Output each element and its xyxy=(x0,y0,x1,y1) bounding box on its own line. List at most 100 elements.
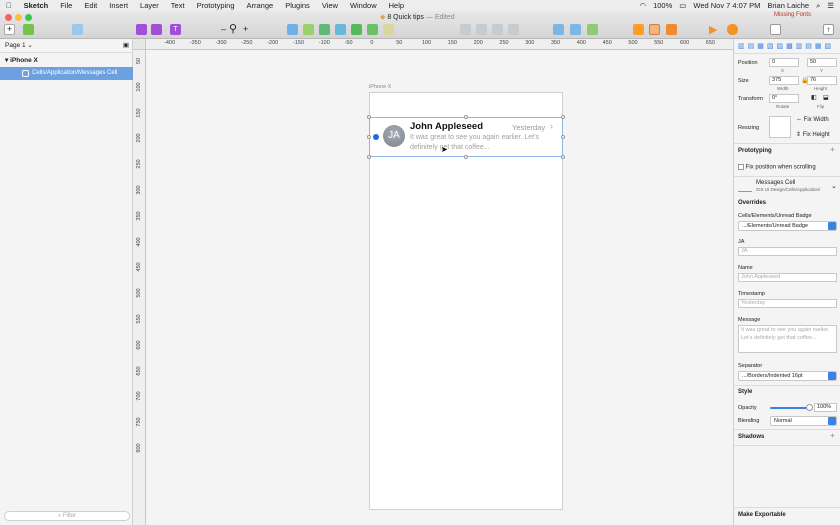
artboard-label[interactable]: iPhone X xyxy=(369,84,391,90)
add-shadow-icon[interactable]: + xyxy=(830,431,835,440)
menu-app[interactable]: Sketch xyxy=(18,0,55,11)
timestamp-override-input[interactable]: Yesterday xyxy=(738,299,837,308)
mask-icon[interactable] xyxy=(383,24,394,35)
avatar: JA xyxy=(383,125,405,147)
minimize-window-button[interactable] xyxy=(15,14,22,21)
zoom-out-button[interactable]: – xyxy=(221,24,226,34)
view-mode-icon[interactable] xyxy=(770,24,781,35)
flip-vertical-icon[interactable]: ⬓ xyxy=(823,94,829,101)
chevron-down-icon[interactable]: ⌄ xyxy=(831,182,837,190)
menu-view[interactable]: View xyxy=(316,0,344,11)
vertical-ruler[interactable]: 50 100 150 200 250 300 350 400 450 500 550 600 650 70… xyxy=(133,50,146,525)
group-icon[interactable] xyxy=(287,24,298,35)
menu-layer[interactable]: Layer xyxy=(134,0,165,11)
menu-help[interactable]: Help xyxy=(383,0,410,11)
resize-handle[interactable] xyxy=(367,155,371,159)
add-prototyping-icon[interactable]: + xyxy=(830,145,835,154)
message-override-input[interactable]: It was great to see you again earlier. L… xyxy=(738,325,837,353)
backward-icon[interactable] xyxy=(570,24,581,35)
symbol-name[interactable]: Messages Cell xyxy=(756,180,795,186)
flatten-icon[interactable] xyxy=(460,24,471,35)
layer-artboard[interactable]: ▾ iPhone X xyxy=(0,54,133,67)
preview-play-icon[interactable]: ▶ xyxy=(709,23,717,36)
text-style-icon[interactable]: T xyxy=(170,24,181,35)
resize-handle[interactable] xyxy=(367,115,371,119)
symbol-icon[interactable] xyxy=(72,24,83,35)
resize-handle[interactable] xyxy=(367,135,371,139)
blending-select[interactable]: Normal xyxy=(770,416,837,426)
opacity-input[interactable]: 100% xyxy=(814,403,837,412)
subtract-icon[interactable] xyxy=(492,24,503,35)
fix-width-toggle[interactable]: ⇔ Fix Width xyxy=(796,117,829,123)
layer-symbol-selected[interactable]: Cells/Application/Messages Cell xyxy=(0,67,133,80)
rotate-icon[interactable] xyxy=(367,24,378,35)
union-icon[interactable] xyxy=(476,24,487,35)
apple-menu-icon[interactable]:  xyxy=(0,0,18,11)
ruler-tick-label: 800 xyxy=(136,443,142,453)
export-share-icon[interactable]: ↑ xyxy=(823,24,834,35)
menu-user[interactable]: Brian Laiche xyxy=(767,1,809,10)
battery-icon[interactable]: ▭ xyxy=(679,1,686,10)
opacity-slider-track[interactable] xyxy=(770,407,810,409)
component-icon[interactable] xyxy=(136,24,147,35)
forward-icon[interactable] xyxy=(553,24,564,35)
position-x-input[interactable]: 0 xyxy=(769,58,799,67)
zoom-window-button[interactable] xyxy=(25,14,32,21)
menu-text[interactable]: Text xyxy=(165,0,191,11)
fix-position-checkbox[interactable]: Fix position when scrolling xyxy=(738,164,816,171)
menu-arrange[interactable]: Arrange xyxy=(241,0,280,11)
resize-handle[interactable] xyxy=(561,115,565,119)
pages-toggle-icon[interactable]: ▣ xyxy=(123,39,129,53)
make-exportable-button[interactable]: Make Exportable xyxy=(738,512,786,518)
edit-icon[interactable] xyxy=(335,24,346,35)
opacity-slider-knob[interactable] xyxy=(806,404,813,411)
view-icon[interactable] xyxy=(649,24,660,35)
resize-handle[interactable] xyxy=(561,155,565,159)
resizing-widget[interactable] xyxy=(769,116,791,138)
export-icon[interactable] xyxy=(666,24,677,35)
zoom-in-button[interactable]: + xyxy=(243,24,248,34)
fix-height-toggle[interactable]: ⇕ Fix Height xyxy=(796,131,830,138)
menu-prototyping[interactable]: Prototyping xyxy=(191,0,241,11)
unread-override-select[interactable]: .../Elements/Unread Badge xyxy=(738,221,837,231)
close-window-button[interactable] xyxy=(5,14,12,21)
cloud-icon[interactable] xyxy=(633,24,644,35)
menu-edit[interactable]: Edit xyxy=(78,0,103,11)
transform-icon[interactable] xyxy=(351,24,362,35)
resize-handle[interactable] xyxy=(464,115,468,119)
cell-message: It was great to see you again earlier. L… xyxy=(410,134,539,151)
ruler-tick-label: 0 xyxy=(370,40,374,46)
separator-override-select[interactable]: .../Borders/Indented 16pt xyxy=(738,371,837,381)
menu-file[interactable]: File xyxy=(54,0,78,11)
menu-plugins[interactable]: Plugins xyxy=(279,0,316,11)
menu-window[interactable]: Window xyxy=(344,0,383,11)
resize-handle[interactable] xyxy=(561,135,565,139)
wifi-icon[interactable]: ◠ xyxy=(640,1,647,10)
ja-override-input[interactable]: JA xyxy=(738,247,837,256)
height-input[interactable]: 76 xyxy=(807,76,837,85)
intersect-icon[interactable] xyxy=(508,24,519,35)
mirror-icon[interactable] xyxy=(587,24,598,35)
sketch-cloud-icon[interactable] xyxy=(727,24,738,35)
insert-plus-icon[interactable]: + xyxy=(4,24,15,35)
menu-insert[interactable]: Insert xyxy=(103,0,134,11)
style-icon[interactable] xyxy=(151,24,162,35)
flip-horizontal-icon[interactable]: ◧ xyxy=(811,94,817,101)
horizontal-ruler[interactable]: -400 -350 -300 -250 -200 -150 -100 -50 0 50 100 150… xyxy=(146,39,733,50)
layer-filter-input[interactable]: ⌕ Filter xyxy=(4,511,130,521)
width-input[interactable]: 375 xyxy=(769,76,799,85)
zoom-magnifier-icon[interactable]: ⚲ xyxy=(229,22,237,35)
name-override-input[interactable]: John Appleseed xyxy=(738,273,837,282)
rotate-input[interactable]: 0° xyxy=(769,94,799,103)
alignment-toolbar[interactable]: ▥▤▦▧▨▩▥▤▦▧ xyxy=(738,42,834,50)
menu-clock[interactable]: Wed Nov 7 4:07 PM xyxy=(693,1,760,10)
notification-center-icon[interactable]: ☰ xyxy=(827,1,834,10)
ungroup-icon[interactable] xyxy=(303,24,314,35)
spotlight-icon[interactable]: ⌕ xyxy=(816,1,820,11)
position-y-input[interactable]: 50 xyxy=(807,58,837,67)
create-symbol-icon[interactable] xyxy=(319,24,330,35)
page-selector[interactable]: Page 1 ⌄ ▣ xyxy=(0,39,133,53)
resize-handle[interactable] xyxy=(464,155,468,159)
insert-shape-icon[interactable] xyxy=(23,24,34,35)
missing-fonts-warning[interactable]: Missing Fonts xyxy=(774,12,811,18)
